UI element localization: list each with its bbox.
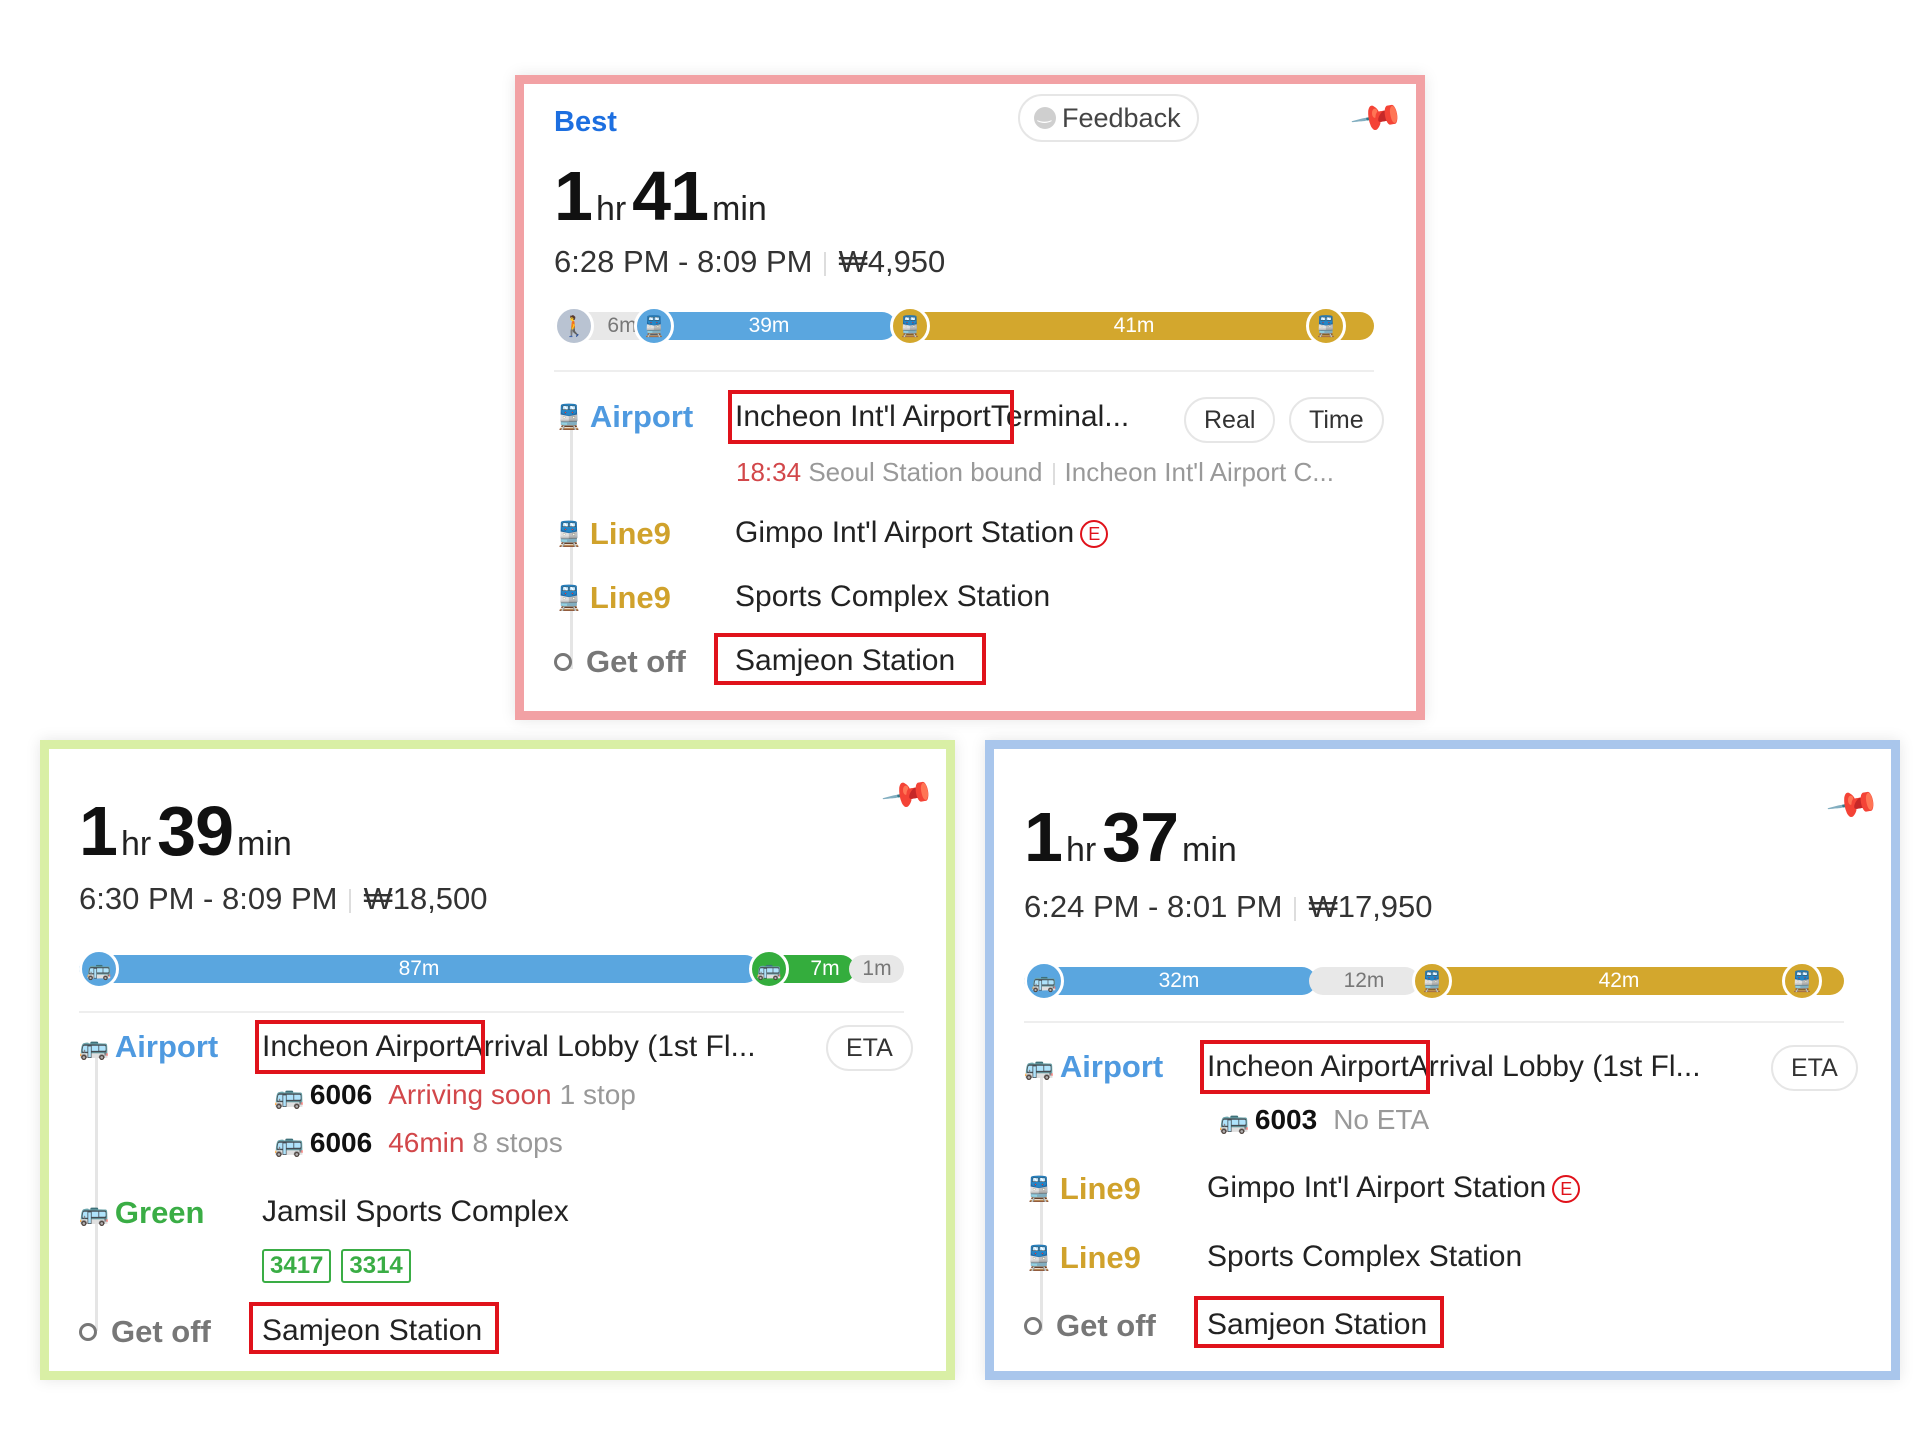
train-icon: 🚆 — [1024, 1175, 1054, 1203]
pin-icon[interactable]: 📌 — [1824, 776, 1882, 833]
train-icon: 🚆 — [890, 306, 930, 346]
realtime-pill-time[interactable]: Time — [1289, 397, 1384, 443]
route-duration: 1 hr37 min — [1024, 798, 1237, 876]
walk-icon: 🚶 — [554, 306, 594, 346]
bus-icon: 🚌 — [1219, 1108, 1249, 1135]
eta-pill[interactable]: ETA — [826, 1025, 913, 1071]
row-type-line9: 🚆 Line9 — [554, 516, 671, 551]
row-type-airport: 🚌 Airport — [1024, 1049, 1164, 1084]
pin-icon[interactable]: 📌 — [879, 766, 937, 823]
line9-segment-label: 41m — [1113, 314, 1155, 337]
airport-rail-segment-label: 39m — [748, 314, 790, 337]
feedback-button[interactable]: Feedback — [1018, 94, 1199, 142]
time-range-row: 6:24 PM - 8:01 PM ₩17,950 — [1024, 889, 1433, 924]
row-type-airport: 🚌 Airport — [79, 1029, 219, 1064]
route-card-blue[interactable]: 📌 1 hr37 min 6:24 PM - 8:01 PM ₩17,950 32m … — [985, 740, 1900, 1380]
row-type-line9: 🚆 Line9 — [1024, 1240, 1141, 1275]
divider — [554, 370, 1374, 372]
bus-icon: 🚌 — [79, 949, 119, 989]
bus-chip[interactable]: 3417 — [262, 1249, 332, 1283]
time-range: 6:28 PM - 8:09 PM — [554, 244, 813, 279]
train-icon: 🚆 — [1306, 306, 1346, 346]
route-card-green[interactable]: 📌 1 hr39 min 6:30 PM - 8:09 PM ₩18,500 87m … — [40, 740, 955, 1380]
fare: ₩4,950 — [838, 244, 946, 279]
duration-hours: 1 — [554, 157, 593, 235]
highlight-box — [249, 1302, 499, 1354]
train-icon: 🚆 — [554, 520, 584, 548]
highlight-box — [1194, 1296, 1444, 1348]
train-icon: 🚆 — [634, 306, 674, 346]
divider — [1024, 1021, 1844, 1023]
row-type-green: 🚌 Green — [79, 1195, 205, 1230]
route-duration: 1 hr39 min — [79, 792, 292, 870]
timeline-line — [95, 1049, 98, 1331]
stop-sports-complex[interactable]: Sports Complex Station — [735, 580, 1050, 614]
getoff-dot-icon — [554, 653, 572, 671]
bus-icon: 🚌 — [274, 1131, 304, 1158]
stop-gimpo[interactable]: Gimpo Int'l Airport Station E — [1207, 1171, 1581, 1205]
row-type-airport: 🚆 Airport — [554, 399, 694, 434]
stop-sports-complex[interactable]: Sports Complex Station — [1207, 1240, 1522, 1274]
bus-icon: 🚌 — [79, 1199, 109, 1227]
getoff-dot-icon — [1024, 1317, 1042, 1335]
route-progress-bar: 6m 39m 41m 🚶 🚆 🚆 🚆 — [554, 306, 1374, 346]
departure-time: 18:34 — [736, 457, 802, 487]
bus-number-chips: 3417 3314 — [262, 1249, 421, 1283]
route-progress-bar: 32m 12m 42m 🚌 🚆 🚆 — [1024, 961, 1844, 1001]
smiley-icon — [1034, 104, 1056, 129]
bus-arrival-row: 🚌 6003 No ETA — [1219, 1104, 1430, 1135]
route-duration: 1 hr41 min — [554, 156, 773, 236]
train-icon: 🚆 — [1412, 961, 1452, 1001]
train-icon: 🚆 — [554, 403, 584, 431]
row-type-line9: 🚆 Line9 — [1024, 1171, 1141, 1206]
highlight-box — [728, 390, 1014, 444]
bus-icon: 🚌 — [79, 1033, 109, 1061]
highlight-box — [714, 633, 986, 685]
feedback-label: Feedback — [1062, 102, 1181, 133]
express-badge: E — [1080, 520, 1109, 549]
stop-jamsil[interactable]: Jamsil Sports Complex — [262, 1195, 569, 1229]
stop-gimpo[interactable]: Gimpo Int'l Airport Station E — [735, 516, 1109, 550]
eta-pill[interactable]: ETA — [1771, 1045, 1858, 1091]
highlight-box — [1200, 1040, 1430, 1094]
duration-min-unit: min — [712, 190, 767, 228]
bus-icon: 🚌 — [1024, 961, 1064, 1001]
bus-icon: 🚌 — [274, 1083, 304, 1110]
fare: ₩18,500 — [363, 881, 488, 916]
destination: Incheon Int'l Airport C... — [1064, 457, 1334, 487]
bus-icon: 🚌 — [749, 949, 789, 989]
departure-info: 18:34 Seoul Station bound Incheon Int'l A… — [736, 457, 1334, 488]
duration-hr-unit: hr — [595, 190, 627, 228]
highlight-box — [255, 1020, 485, 1074]
bus-arrival-row: 🚌 6006 Arriving soon 1 stop — [274, 1079, 636, 1110]
pin-icon[interactable]: 📌 — [1348, 89, 1406, 146]
row-type-getoff: Get off — [554, 644, 686, 680]
route-progress-bar: 87m 7m 1m 🚌 🚌 — [79, 949, 904, 989]
train-icon: 🚆 — [1024, 1244, 1054, 1272]
duration-minutes: 41 — [632, 157, 709, 235]
row-type-line9: 🚆 Line9 — [554, 580, 671, 615]
train-icon: 🚆 — [554, 584, 584, 612]
best-badge: Best — [554, 106, 617, 138]
divider — [79, 1011, 904, 1013]
realtime-pill-real[interactable]: Real — [1184, 397, 1276, 443]
row-type-getoff: Get off — [79, 1314, 211, 1350]
route-card-best[interactable]: Best Feedback 📌 1hr41min 6:28 PM - 8:09 … — [515, 75, 1425, 720]
fare: ₩17,950 — [1308, 889, 1433, 924]
express-badge: E — [1552, 1175, 1581, 1204]
bus-arrival-row: 🚌 6006 46min 8 stops — [274, 1127, 563, 1158]
time-range-row: 6:28 PM - 8:09 PM ₩4,950 — [554, 244, 945, 280]
row-type-getoff: Get off — [1024, 1308, 1156, 1344]
time-range-row: 6:30 PM - 8:09 PM ₩18,500 — [79, 881, 488, 916]
direction: Seoul Station bound — [808, 457, 1043, 487]
bus-chip[interactable]: 3314 — [341, 1249, 411, 1283]
bus-icon: 🚌 — [1024, 1053, 1054, 1081]
train-icon: 🚆 — [1782, 961, 1822, 1001]
getoff-dot-icon — [79, 1323, 97, 1341]
